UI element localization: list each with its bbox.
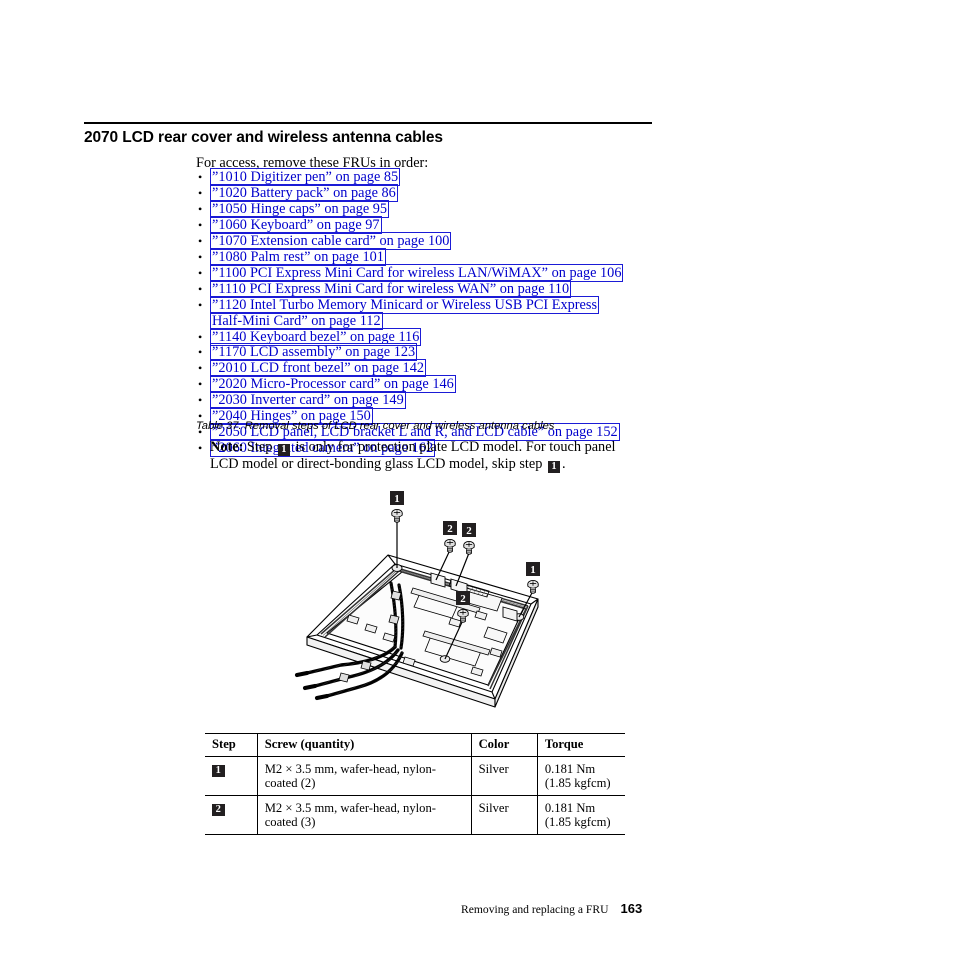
note-part1: Step [246,439,273,455]
page-title: 2070 LCD rear cover and wireless antenna… [84,129,443,146]
cell-step: 1 [205,755,258,795]
svg-text:1: 1 [394,493,400,505]
column-header-color: Color [471,733,538,756]
screw-icon [444,538,456,553]
fru-link[interactable]: ”1110 PCI Express Mini Card for wireless… [210,279,572,298]
heading-rule [84,122,652,124]
bullet-icon: • [198,249,203,264]
lcd-rear-cover-figure: 1 2 2 1 2 [245,487,605,727]
bullet-icon: • [198,361,203,376]
cell-step: 2 [205,794,258,835]
table-caption: Table 37. Removal steps of LCD rear cove… [196,420,555,432]
column-header-screw: Screw (quantity) [257,733,472,756]
callout-badge-2a: 2 [443,521,457,535]
step-badge: 1 [547,461,560,474]
table-row: 1 M2 × 3.5 mm, wafer-head, nylon-coated … [205,755,625,795]
bullet-icon: • [198,377,203,392]
fru-link[interactable]: ”1120 Intel Turbo Memory Minicard or Wir… [210,295,600,330]
callout-badge-1a: 1 [390,491,404,505]
cell-color: Silver [471,755,538,795]
svg-text:1: 1 [530,564,536,576]
page-number: 163 [620,901,643,916]
column-header-torque: Torque [537,733,625,756]
document-page: 2070 LCD rear cover and wireless antenna… [0,0,954,954]
svg-text:2: 2 [460,593,466,605]
callout-badge-2c: 2 [456,591,470,605]
bullet-icon: • [198,297,203,312]
cell-color: Silver [471,794,538,835]
torque-value: 0.181 Nm [544,800,596,815]
bullet-icon: • [198,441,203,456]
step-badge: 1 [277,444,290,456]
bullet-icon: • [198,185,203,200]
cell-screw: M2 × 3.5 mm, wafer-head, nylon-coated (2… [257,755,472,795]
table-row: 2 M2 × 3.5 mm, wafer-head, nylon-coated … [205,794,625,835]
screw-icon [391,508,403,523]
screw-icon [527,579,539,594]
torque-alt-value: (1.85 kgfcm) [544,815,611,829]
torque-value: 0.181 Nm [544,761,596,776]
callout-badge-2b: 2 [462,523,476,537]
bullet-icon: • [198,170,203,184]
callout-badge-1b: 1 [526,562,540,576]
footer-text: Removing and replacing a FRU [461,903,609,916]
note-part3: . [561,456,566,473]
note-label: Note: [210,439,244,455]
svg-text:2: 2 [466,525,472,537]
step-badge: 2 [212,803,225,816]
bullet-icon: • [198,265,203,280]
cell-torque: 0.181 Nm (1.85 kgfcm) [537,794,625,835]
torque-alt-value: (1.85 kgfcm) [544,776,611,790]
bullet-icon: • [198,217,203,232]
cell-screw: M2 × 3.5 mm, wafer-head, nylon-coated (3… [257,794,472,835]
screw-specification-table: Step Screw (quantity) Color Torque 1 M2 … [205,733,625,835]
bullet-icon: • [198,393,203,408]
column-header-step: Step [205,733,258,756]
fru-prerequisite-list: • ”1010 Digitizer pen” on page 85 • ”1020 … [196,168,626,458]
svg-text:2: 2 [447,523,453,535]
screw-icon [463,540,475,555]
bullet-icon: • [198,281,203,296]
table-header-row: Step Screw (quantity) Color Torque [205,733,625,756]
note-block: Note: Step 1 is only for protection plat… [210,439,620,474]
page-footer: Removing and replacing a FRU 163 [461,901,642,916]
bullet-icon: • [198,201,203,216]
step-badge: 1 [212,764,225,777]
bullet-icon: • [198,329,203,344]
list-item: • ”1120 Intel Turbo Memory Minicard or Wi… [196,295,626,330]
cell-torque: 0.181 Nm (1.85 kgfcm) [537,755,625,795]
bullet-icon: • [198,345,203,360]
bullet-icon: • [198,233,203,248]
